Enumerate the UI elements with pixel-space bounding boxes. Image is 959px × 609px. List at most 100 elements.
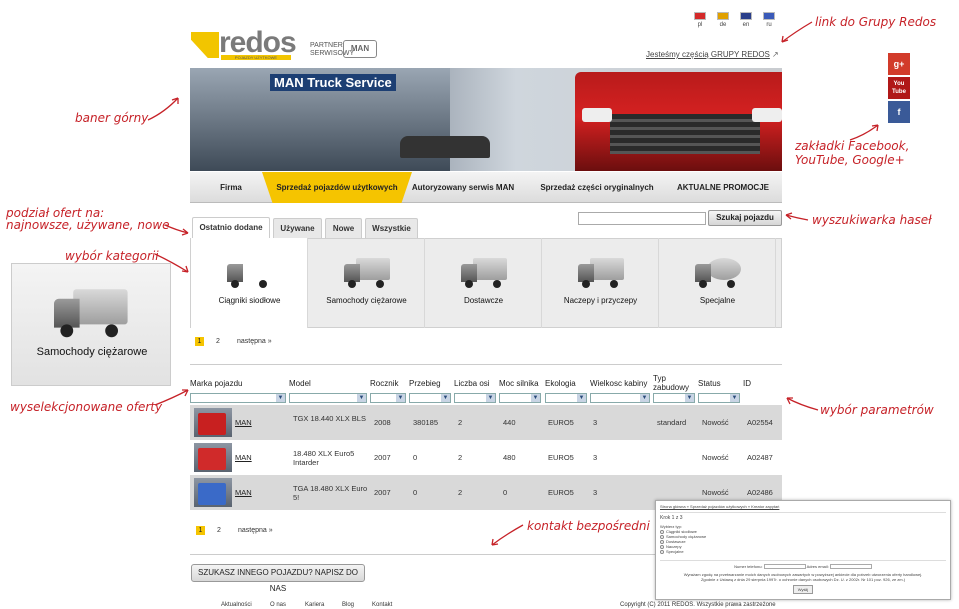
- cell-power: 0: [503, 488, 508, 497]
- inset-option[interactable]: Specjalne: [660, 549, 946, 554]
- filter-ecology[interactable]: ▼: [545, 393, 587, 403]
- inset-phone-input[interactable]: [763, 564, 806, 570]
- search-button[interactable]: Szukaj pojazdu: [708, 210, 782, 226]
- nav-item-promotions[interactable]: AKTUALNE PROMOCJE: [664, 172, 782, 203]
- nav-item-firma[interactable]: Firma: [190, 172, 272, 203]
- tab-recent[interactable]: Ostatnio dodane: [192, 217, 270, 238]
- language-code: en: [742, 22, 750, 28]
- filter-cab-size[interactable]: ▼: [590, 393, 650, 403]
- vehicle-brand-link[interactable]: MAN: [235, 453, 252, 462]
- footer-link[interactable]: Blog: [342, 602, 354, 608]
- nav-item-vehicle-sales[interactable]: Sprzedaż pojazdów użytkowych: [262, 172, 412, 203]
- table-row[interactable]: MAN TGX 18.440 XLX BLS 2008 380185 2 440 EURO5…: [190, 405, 782, 440]
- col-header-cab-size[interactable]: Wielkosc kabiny: [590, 379, 660, 388]
- category-label: Specjalne: [699, 296, 736, 305]
- inset-consent: Wyrażam zgodę na przetwarzanie moich dan…: [683, 572, 923, 582]
- footer-link[interactable]: O nas: [270, 602, 286, 608]
- banner-truck-light-left: [582, 108, 612, 122]
- footer-link[interactable]: Kariera: [305, 602, 324, 608]
- language-code: de: [719, 22, 727, 28]
- arrow-group-link-head: [781, 35, 789, 43]
- arrow-params-head: [786, 397, 793, 405]
- page-1-bottom[interactable]: 1: [196, 526, 205, 535]
- search-input[interactable]: [578, 212, 706, 225]
- arrow-banner: [147, 97, 179, 121]
- table-row[interactable]: MAN 18.480 XLX Euro5 Intarder 2007 0 2 480 EUR…: [190, 440, 782, 475]
- inset-option-label: Specjalne: [666, 549, 684, 554]
- google-plus-icon[interactable]: g+: [888, 53, 910, 75]
- annotation-category: wybór kategorii: [65, 249, 159, 263]
- language-pl[interactable]: pl: [693, 12, 707, 28]
- filter-model[interactable]: ▼: [289, 393, 367, 403]
- inset-options: Ciągniki siodłowe Samochody ciężarowe Dost…: [660, 529, 946, 554]
- filter-axles[interactable]: ▼: [454, 393, 496, 403]
- category-van[interactable]: Dostawcze: [425, 238, 542, 328]
- filter-year[interactable]: ▼: [370, 393, 406, 403]
- page-1-top[interactable]: 1: [195, 337, 204, 346]
- category-special-vehicle[interactable]: Specjalne: [659, 238, 776, 328]
- redos-logo[interactable]: redos POJAZDY UŻYTKOWE: [191, 26, 297, 60]
- footer-link[interactable]: Kontakt: [372, 602, 392, 608]
- tab-new[interactable]: Nowe: [325, 218, 362, 238]
- contact-cta-button[interactable]: SZUKASZ INNEGO POJAZDU? NAPISZ DO NAS: [191, 564, 365, 593]
- inset-email-input[interactable]: [829, 564, 872, 570]
- next-page-bottom[interactable]: następna »: [238, 527, 273, 534]
- inset-breadcrumb: Strona główna » Sprzedaż pojazdów użytko…: [660, 504, 780, 509]
- vehicle-thumbnail[interactable]: [194, 408, 232, 437]
- redos-group-link[interactable]: Jesteśmy częścią GRUPY REDOS: [646, 50, 770, 59]
- page-2-bottom[interactable]: 2: [217, 527, 221, 534]
- category-truck[interactable]: Samochody ciężarowe: [308, 238, 425, 328]
- vehicle-brand-link[interactable]: MAN: [235, 488, 252, 497]
- arrow-params: [786, 397, 819, 411]
- language-en[interactable]: en: [739, 12, 753, 28]
- cell-axles: 2: [458, 453, 463, 462]
- nav-item-man-service[interactable]: Autoryzowany serwis MAN: [404, 172, 522, 203]
- truck-photo: [198, 413, 226, 435]
- vehicle-thumbnail[interactable]: [194, 443, 232, 472]
- cell-mileage: 380185: [413, 418, 439, 427]
- filter-mileage[interactable]: ▼: [409, 393, 451, 403]
- annotation-social: zakładki Facebook, YouTube, Google+: [795, 139, 910, 167]
- arrow-contact: [491, 524, 524, 546]
- facebook-icon[interactable]: f: [888, 101, 910, 123]
- arrow-offers-head: [181, 228, 189, 236]
- col-header-id[interactable]: ID: [743, 379, 789, 388]
- vehicle-brand-link[interactable]: MAN: [235, 418, 252, 427]
- youtube-icon[interactable]: You Tube: [888, 77, 910, 99]
- col-header-brand[interactable]: Marka pojazdu: [190, 379, 296, 388]
- banner-truck-grill: [610, 114, 760, 154]
- language-de[interactable]: de: [716, 12, 730, 28]
- pl-flag-icon: [694, 12, 706, 20]
- category-trailer[interactable]: Naczepy i przyczepy: [542, 238, 659, 328]
- col-header-body-type[interactable]: Typ zabudowy: [653, 374, 689, 392]
- cell-cab: 3: [593, 418, 598, 427]
- inset-step: Krok 1 z 3: [660, 515, 683, 521]
- tractor-unit-icon: [227, 256, 273, 288]
- language-code: ru: [766, 22, 772, 28]
- filter-status[interactable]: ▼: [698, 393, 740, 403]
- filter-body-type[interactable]: ▼: [653, 393, 695, 403]
- footer-link[interactable]: Aktualności: [221, 602, 252, 608]
- nav-item-parts-sales[interactable]: Sprzedaż części oryginalnych: [530, 172, 664, 203]
- language-ru[interactable]: ru: [762, 12, 776, 28]
- en-flag-icon: [740, 12, 752, 20]
- annotation-group-link: link do Grupy Redos: [815, 15, 937, 29]
- col-header-power[interactable]: Moc silnika: [499, 379, 551, 388]
- annotation-params: wybór parametrów: [820, 403, 934, 417]
- arrow-contact-head: [491, 538, 499, 546]
- next-page-top[interactable]: następna »: [237, 338, 272, 345]
- col-header-model[interactable]: Model: [289, 379, 377, 388]
- annotation-contact: kontakt bezpośredni: [527, 519, 650, 533]
- chevron-down-icon: ▼: [685, 394, 694, 402]
- filter-power[interactable]: ▼: [499, 393, 541, 403]
- de-flag-icon: [717, 12, 729, 20]
- cell-power: 440: [503, 418, 516, 427]
- tab-all[interactable]: Wszystkie: [365, 218, 418, 238]
- tab-used[interactable]: Używane: [273, 218, 322, 238]
- category-tractor-unit[interactable]: Ciągniki siodłowe: [191, 238, 308, 328]
- filter-brand[interactable]: ▼: [190, 393, 286, 403]
- vehicle-thumbnail[interactable]: [194, 478, 232, 507]
- chevron-down-icon: ▼: [276, 394, 285, 402]
- inset-send-button[interactable]: Wyślij: [792, 585, 814, 594]
- page-2-top[interactable]: 2: [216, 338, 220, 345]
